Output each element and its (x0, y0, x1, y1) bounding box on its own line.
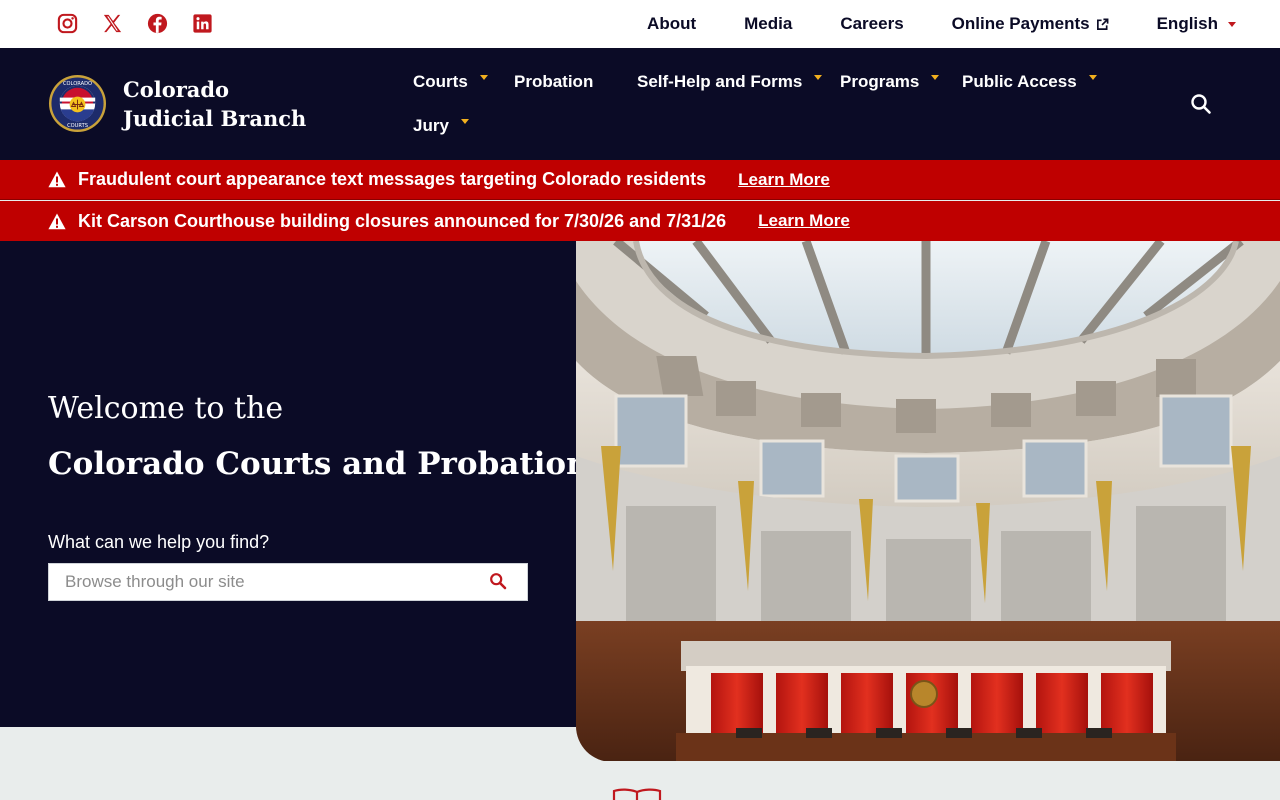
linkedin-icon (193, 14, 212, 33)
language-label: English (1156, 14, 1218, 33)
utility-nav: About Media Careers Online Payments Engl… (647, 0, 1236, 48)
chevron-down-icon (1088, 74, 1097, 80)
chevron-down-icon (479, 74, 488, 80)
alert-learn-more-link[interactable]: Learn More (738, 170, 830, 190)
nav-public-access-label: Public Access (962, 72, 1077, 91)
main-header: COLORADO COURTS Colorado Judicial Branch… (0, 48, 1280, 160)
nav-programs[interactable]: Programs (840, 72, 940, 92)
external-link-icon (1096, 18, 1109, 31)
site-search (48, 563, 528, 601)
linkedin-link[interactable] (191, 12, 214, 35)
nav-programs-label: Programs (840, 72, 920, 91)
site-title: Colorado Judicial Branch (123, 76, 307, 131)
chevron-down-icon (931, 74, 940, 80)
nav-self-help-and-forms[interactable]: Self-Help and Forms (637, 72, 823, 92)
media-link[interactable]: Media (744, 14, 792, 34)
colorado-courts-seal-logo: COLORADO COURTS (48, 74, 107, 133)
hero-section: Welcome to the Colorado Courts and Proba… (0, 241, 1280, 761)
nav-probation[interactable]: Probation (514, 72, 593, 92)
facebook-icon (147, 13, 168, 34)
instagram-icon (57, 13, 78, 34)
online-payments-label: Online Payments (951, 14, 1090, 33)
chevron-down-icon (460, 118, 469, 124)
alert-message: Kit Carson Courthouse building closures … (78, 210, 727, 231)
about-link[interactable]: About (647, 14, 696, 34)
facebook-link[interactable] (146, 12, 169, 35)
careers-link[interactable]: Careers (840, 14, 903, 34)
chevron-down-icon (814, 74, 823, 80)
nav-public-access[interactable]: Public Access (962, 72, 1097, 92)
warning-icon (48, 213, 66, 229)
seal-bottom-text: COURTS (67, 123, 88, 129)
nav-courts[interactable]: Courts (413, 72, 488, 92)
hero-welcome-text: Welcome to the (48, 391, 284, 426)
seal-top-text: COLORADO (63, 81, 92, 87)
nav-jury[interactable]: Jury (413, 116, 469, 136)
x-link[interactable] (101, 12, 124, 35)
search-label: What can we help you find? (48, 532, 270, 552)
alert-message: Fraudulent court appearance text message… (78, 169, 707, 189)
online-payments-link[interactable]: Online Payments (952, 14, 1109, 34)
hero-title: Colorado Courts and Probation (48, 446, 589, 482)
courtroom-rotunda-image (576, 241, 1280, 762)
social-links (56, 12, 214, 35)
site-search-submit[interactable] (489, 572, 507, 590)
x-icon (103, 14, 122, 33)
site-search-input[interactable] (49, 564, 479, 600)
header-search-button[interactable] (1190, 93, 1212, 115)
brand-home-link[interactable]: COLORADO COURTS Colorado Judicial Branch (48, 74, 323, 133)
warning-icon (48, 171, 66, 188)
utility-bar: About Media Careers Online Payments Engl… (0, 0, 1280, 48)
language-selector[interactable]: English (1157, 14, 1236, 34)
alert-banner: Kit Carson Courthouse building closures … (0, 201, 1280, 241)
nav-jury-label: Jury (413, 116, 449, 135)
search-icon (1191, 94, 1211, 114)
search-icon (490, 573, 507, 590)
chevron-down-icon (1228, 21, 1236, 27)
alert-banner: Fraudulent court appearance text message… (0, 160, 1280, 200)
alert-learn-more-link[interactable]: Learn More (758, 211, 850, 231)
instagram-link[interactable] (56, 12, 79, 35)
nav-courts-label: Courts (413, 72, 468, 91)
nav-self-help-label: Self-Help and Forms (637, 72, 803, 91)
book-icon (612, 788, 662, 800)
